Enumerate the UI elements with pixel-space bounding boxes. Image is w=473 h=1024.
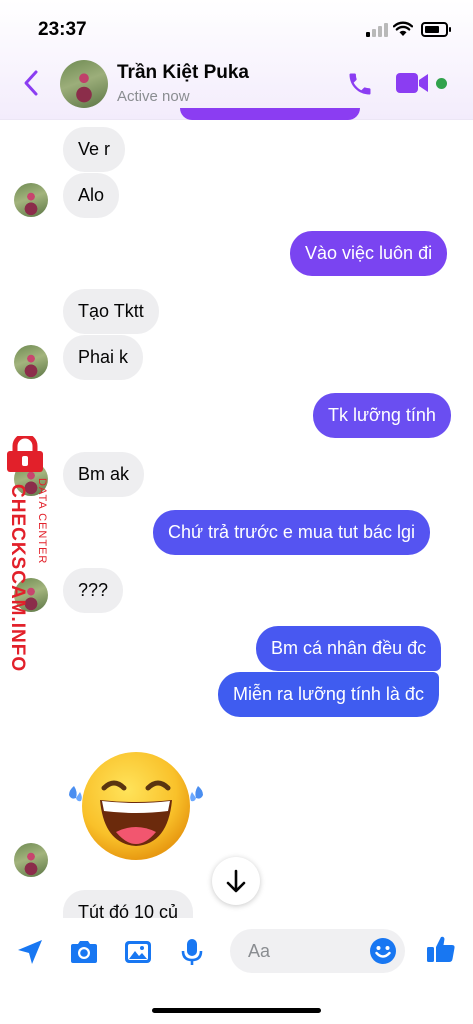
laughing-tears-emoji[interactable] bbox=[64, 748, 208, 864]
message-outgoing[interactable]: Miễn ra lưỡng tính là đc bbox=[218, 672, 439, 717]
message-incoming[interactable]: Bm ak bbox=[63, 452, 145, 497]
chevron-left-icon[interactable] bbox=[20, 68, 42, 98]
watermark-subtext: DATA CENTER bbox=[36, 478, 48, 565]
contact-name[interactable]: Trần Kiệt Puka bbox=[117, 62, 249, 84]
battery-icon bbox=[421, 22, 451, 37]
online-indicator bbox=[436, 78, 447, 89]
message-input-placeholder: Aa bbox=[248, 941, 271, 961]
image-icon[interactable] bbox=[122, 936, 154, 968]
chat-header: 23:37 Trần Kiệt Puka Active now bbox=[0, 0, 473, 120]
sender-avatar[interactable] bbox=[14, 843, 48, 877]
lock-icon bbox=[7, 436, 43, 472]
message-input[interactable]: Aa bbox=[230, 929, 405, 973]
message-outgoing[interactable]: Vào việc luôn đi bbox=[290, 231, 448, 276]
message-incoming[interactable]: Ve r bbox=[63, 127, 126, 172]
status-time: 23:37 bbox=[38, 19, 87, 40]
message-incoming[interactable]: Phai k bbox=[63, 335, 144, 380]
emoji-icon[interactable] bbox=[369, 937, 397, 965]
message-composer: Aa bbox=[0, 918, 473, 1024]
message-outgoing[interactable]: Chứ trả trước e mua tut bác lgi bbox=[153, 510, 430, 555]
wifi-icon bbox=[393, 21, 413, 36]
scroll-to-bottom-button[interactable] bbox=[212, 857, 260, 905]
watermark-text: CHECKSCAM.INFO bbox=[7, 484, 28, 673]
location-arrow-icon[interactable] bbox=[14, 936, 46, 968]
sender-avatar[interactable] bbox=[14, 183, 48, 217]
message-outgoing[interactable]: Tk lưỡng tính bbox=[313, 393, 451, 438]
microphone-icon[interactable] bbox=[176, 936, 208, 968]
sender-avatar[interactable] bbox=[14, 345, 48, 379]
message-incoming[interactable]: Tạo Tktt bbox=[63, 289, 159, 334]
contact-avatar[interactable] bbox=[60, 60, 108, 108]
previous-message-bubble bbox=[180, 108, 360, 120]
thumbs-up-icon[interactable] bbox=[425, 933, 457, 965]
message-incoming[interactable]: ??? bbox=[63, 568, 124, 613]
message-incoming[interactable]: Alo bbox=[63, 173, 120, 218]
arrow-down-icon bbox=[226, 869, 246, 893]
contact-status: Active now bbox=[117, 88, 190, 105]
message-outgoing[interactable]: Bm cá nhân đều đc bbox=[256, 626, 442, 671]
home-indicator bbox=[152, 1008, 321, 1013]
cellular-signal-icon bbox=[366, 23, 388, 37]
video-camera-icon[interactable] bbox=[396, 72, 430, 94]
camera-icon[interactable] bbox=[68, 936, 100, 968]
phone-icon[interactable] bbox=[346, 70, 374, 98]
